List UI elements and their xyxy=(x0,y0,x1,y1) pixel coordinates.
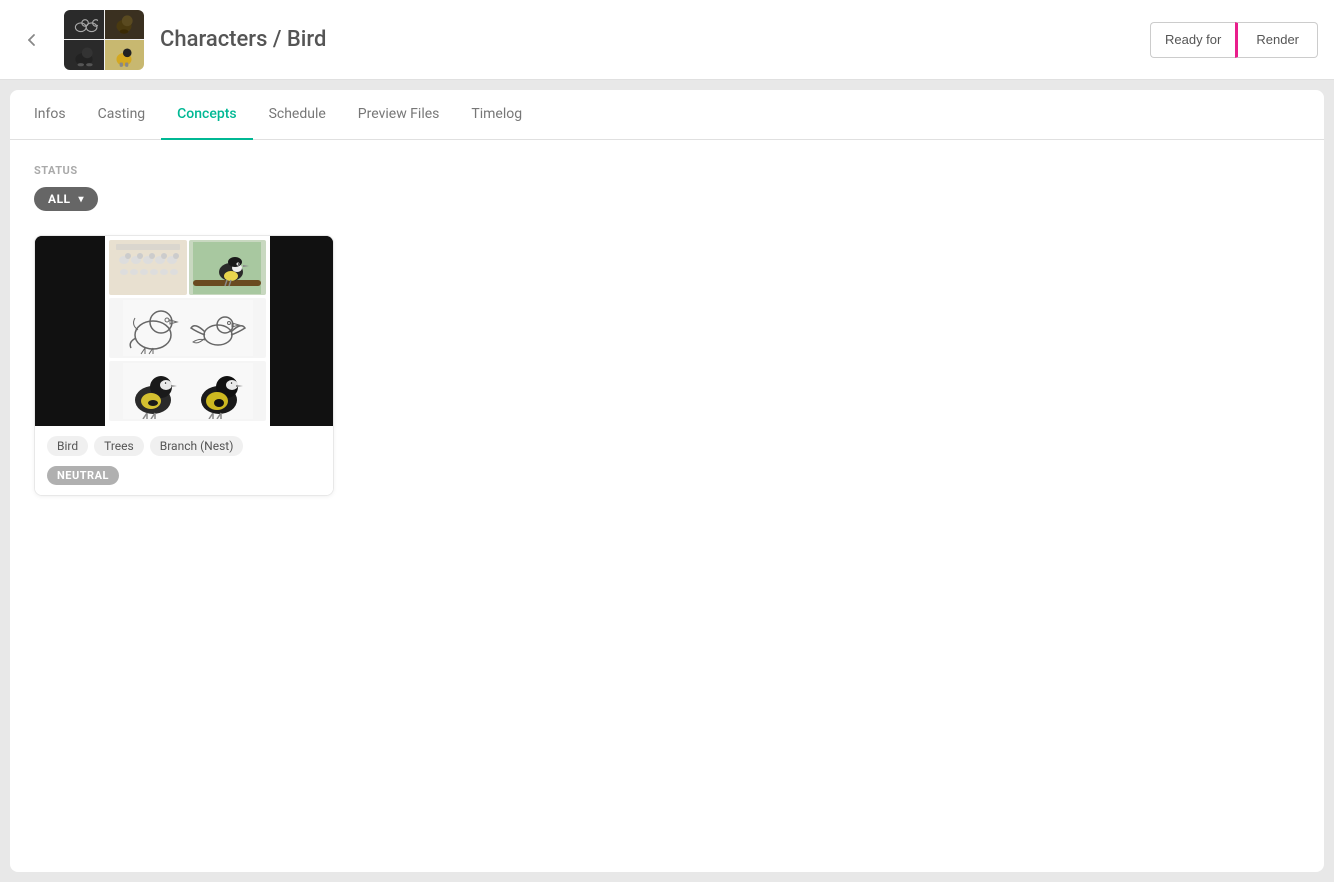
back-button[interactable] xyxy=(16,24,48,56)
tab-casting[interactable]: Casting xyxy=(82,90,162,140)
concept-card-footer: Bird Trees Branch (Nest) NEUTRAL xyxy=(35,426,333,495)
status-label: STATUS xyxy=(34,164,1300,177)
header-actions: Ready for Render xyxy=(1150,22,1318,58)
thumb-cell-2 xyxy=(105,10,145,40)
entity-thumbnail xyxy=(64,10,144,70)
status-dropdown-value: ALL xyxy=(48,192,71,206)
topbar: Characters / Bird Ready for Render xyxy=(0,0,1334,80)
tag-bird: Bird xyxy=(47,436,88,456)
status-filter-dropdown[interactable]: ALL ▾ xyxy=(34,187,98,211)
render-button[interactable]: Render xyxy=(1235,22,1318,58)
tab-schedule[interactable]: Schedule xyxy=(253,90,342,140)
tag-trees: Trees xyxy=(94,436,144,456)
main-panel: Infos Casting Concepts Schedule Preview … xyxy=(10,90,1324,872)
concept-image-area xyxy=(35,236,334,426)
concept-colored-birds xyxy=(109,361,266,421)
content-body: STATUS ALL ▾ xyxy=(10,140,1324,520)
concept-outline-birds xyxy=(109,298,266,358)
concept-tags: Bird Trees Branch (Nest) xyxy=(47,436,321,456)
concept-left-panel xyxy=(35,236,105,426)
tag-branch: Branch (Nest) xyxy=(150,436,244,456)
tab-concepts[interactable]: Concepts xyxy=(161,90,252,140)
tab-infos[interactable]: Infos xyxy=(34,90,82,140)
ready-for-button[interactable]: Ready for xyxy=(1150,22,1235,58)
concept-photo-bird xyxy=(189,240,267,295)
tab-nav: Infos Casting Concepts Schedule Preview … xyxy=(10,90,1324,140)
concept-status-badge: NEUTRAL xyxy=(47,466,119,485)
tab-timelog[interactable]: Timelog xyxy=(455,90,538,140)
concept-center-panel xyxy=(105,236,270,426)
page-title: Characters / Bird xyxy=(160,27,1134,52)
thumb-cell-3 xyxy=(64,40,104,70)
concepts-grid: Bird Trees Branch (Nest) NEUTRAL xyxy=(34,235,1300,496)
concept-card[interactable]: Bird Trees Branch (Nest) NEUTRAL xyxy=(34,235,334,496)
tab-preview-files[interactable]: Preview Files xyxy=(342,90,456,140)
chevron-down-icon: ▾ xyxy=(79,194,85,205)
concept-reference-sheet xyxy=(109,240,187,295)
concept-right-panel xyxy=(270,236,334,426)
thumb-cell-1 xyxy=(64,10,104,40)
thumb-cell-4 xyxy=(105,40,145,70)
